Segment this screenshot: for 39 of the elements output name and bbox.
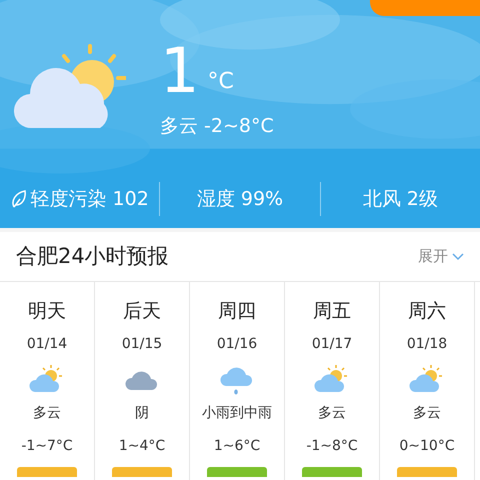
weather-stat: 湿度 99% bbox=[196, 186, 284, 212]
alert-badge[interactable] bbox=[370, 0, 480, 16]
day-condition: 多云 bbox=[318, 404, 346, 423]
day-temperature: 1~4°C bbox=[118, 437, 166, 456]
weather-stat: 北风 2级 bbox=[362, 186, 438, 212]
day-date: 01/17 bbox=[312, 335, 352, 354]
day-name: 明天 bbox=[28, 299, 66, 324]
day-date: 01/14 bbox=[26, 335, 68, 354]
forecast-day[interactable]: 周五 01/17 多云 -1~8°C bbox=[285, 282, 380, 480]
cloud-sun-icon bbox=[29, 364, 65, 394]
chevron-down-icon bbox=[452, 252, 464, 260]
day-name: 周四 bbox=[218, 299, 256, 324]
day-date: 01/16 bbox=[216, 335, 258, 354]
day-condition: 小雨到中雨 bbox=[202, 404, 272, 423]
day-date: 01/18 bbox=[406, 335, 448, 354]
forecast-day[interactable]: 周四 01/16 小雨到中雨 1~6°C bbox=[190, 282, 285, 480]
day-temperature: 0~10°C bbox=[399, 437, 455, 456]
weather-summary: 多云 -2~8°C bbox=[160, 114, 274, 139]
current-temperature: 1 bbox=[160, 40, 200, 102]
day-date: 01/15 bbox=[122, 335, 162, 354]
day-name: 周六 bbox=[408, 299, 446, 324]
day-name: 后天 bbox=[123, 299, 161, 324]
day-condition: 多云 bbox=[33, 404, 61, 423]
forecast-day[interactable]: 后天 01/15 阴 1~4°C bbox=[95, 282, 190, 480]
expand-button[interactable]: 展开 bbox=[418, 245, 464, 268]
day-temperature: -1~8°C bbox=[306, 437, 358, 456]
day-condition: 多云 bbox=[413, 404, 441, 423]
weather-stat: 轻度污染 102 bbox=[30, 186, 149, 212]
day-temperature: -1~7°C bbox=[21, 437, 73, 456]
leaf-icon bbox=[10, 189, 26, 209]
day-name: 周五 bbox=[313, 299, 351, 324]
forecast-day[interactable]: 周六 01/18 多云 0~10°C bbox=[380, 282, 475, 480]
day-temperature: 1~6°C bbox=[214, 437, 260, 456]
day-condition: 阴 bbox=[135, 404, 149, 423]
section-title: 合肥24小时预报 bbox=[16, 242, 169, 270]
cloud-sun-icon bbox=[409, 364, 445, 394]
temperature-unit: °C bbox=[207, 68, 234, 96]
cloud-sun-icon bbox=[314, 364, 350, 394]
forecast-day[interactable]: 明天 01/14 多云 -1~7°C bbox=[0, 282, 95, 480]
